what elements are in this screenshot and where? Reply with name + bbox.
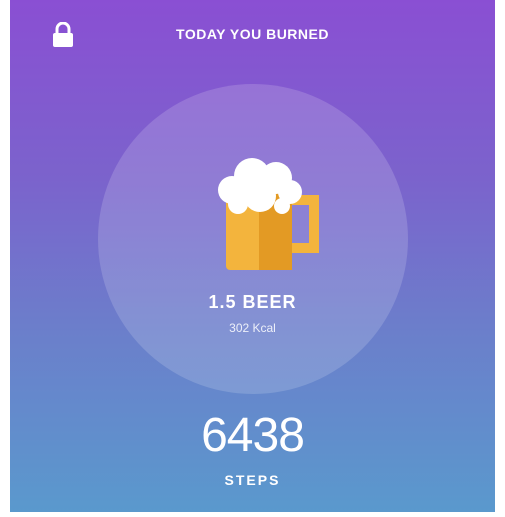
beer-amount: 1.5 BEER [208,292,297,312]
steps-label: STEPS [224,472,281,488]
header-title: TODAY YOU BURNED [176,26,329,42]
kcal-value: 302 Kcal [229,321,276,335]
beer-mug-icon [218,158,319,270]
steps-count: 6438 [201,409,305,462]
app-screen: TODAY YOU BURNED 1.5 BEER 302 Kcal 6438 … [10,0,495,512]
